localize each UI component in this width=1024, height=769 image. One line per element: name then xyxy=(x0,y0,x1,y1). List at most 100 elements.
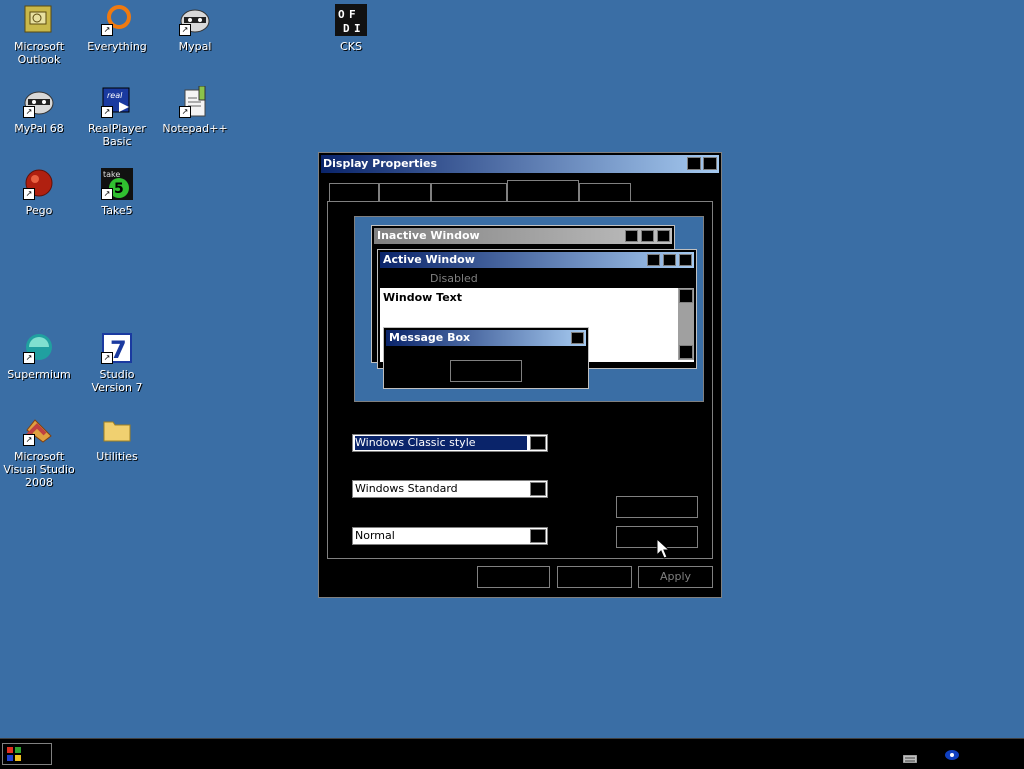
inactive-window-title: Inactive Window xyxy=(377,229,480,242)
color-scheme-value: Windows Standard xyxy=(355,482,458,495)
shortcut-arrow-icon: ↗ xyxy=(23,188,35,200)
message-box-titlebar: Message Box xyxy=(386,330,586,346)
visualstudio-icon: ↗ xyxy=(23,414,55,446)
shortcut-arrow-icon: ↗ xyxy=(101,106,113,118)
tab-appearance[interactable] xyxy=(507,180,579,202)
shortcut-arrow-icon: ↗ xyxy=(101,188,113,200)
active-window-title: Active Window xyxy=(383,253,475,266)
desktop-icon-label: Utilities xyxy=(96,450,138,463)
taskbar xyxy=(0,738,1024,769)
preview-close-icon xyxy=(571,332,584,344)
mypal-icon: ↗ xyxy=(179,4,211,36)
tab-settings[interactable] xyxy=(579,183,631,201)
desktop-icon-studio7[interactable]: 7 ↗ Studio Version 7 xyxy=(78,332,156,394)
desktop-icon-label: MyPal 68 xyxy=(14,122,64,135)
preview-message-box: Message Box xyxy=(383,327,589,389)
shortcut-arrow-icon: ↗ xyxy=(23,434,35,446)
inactive-window-titlebar: Inactive Window xyxy=(374,228,672,244)
message-box-title: Message Box xyxy=(389,331,471,344)
scroll-down-icon xyxy=(679,345,693,359)
windows-logo-icon xyxy=(7,747,21,761)
chevron-down-icon[interactable] xyxy=(530,529,546,543)
chevron-down-icon[interactable] xyxy=(530,482,546,496)
preview-maximize-icon xyxy=(641,230,654,242)
start-button[interactable] xyxy=(2,743,52,765)
preview-menu-disabled: Disabled xyxy=(430,272,478,285)
preview-maximize-icon xyxy=(663,254,676,266)
cks-icon: OFDI xyxy=(335,4,367,36)
active-window-titlebar: Active Window xyxy=(380,252,694,268)
ok-button[interactable] xyxy=(477,566,550,588)
preview-minimize-icon xyxy=(625,230,638,242)
svg-text:take: take xyxy=(103,170,120,179)
appearance-panel: Inactive Window Active Window Disabled W… xyxy=(327,201,713,559)
desktop-icon-label: Take5 xyxy=(101,204,133,217)
shortcut-arrow-icon: ↗ xyxy=(179,106,191,118)
tab-desktop[interactable] xyxy=(379,183,431,201)
desktop-icon-utilities[interactable]: Utilities xyxy=(78,414,156,463)
desktop-icon-supermium[interactable]: ↗ Supermium xyxy=(0,332,78,381)
svg-text:I: I xyxy=(354,22,361,35)
apply-button[interactable]: Apply xyxy=(638,566,713,588)
desktop-icon-label: Everything xyxy=(87,40,147,53)
folder-icon xyxy=(101,414,133,446)
desktop-icon-label: Mypal xyxy=(178,40,212,53)
cancel-button[interactable] xyxy=(557,566,632,588)
desktop-icon-label: Supermium xyxy=(7,368,71,381)
chevron-down-icon[interactable] xyxy=(530,436,546,450)
desktop-icon-label: Microsoft Visual Studio 2008 xyxy=(3,450,75,489)
svg-text:5: 5 xyxy=(114,181,124,197)
window-titlebar[interactable]: Display Properties xyxy=(321,155,719,173)
preview-close-icon xyxy=(679,254,692,266)
desktop-icon-mypal[interactable]: ↗ Mypal xyxy=(156,4,234,53)
svg-text:F: F xyxy=(349,8,356,21)
supermium-icon: ↗ xyxy=(23,332,55,364)
desktop-icon-cks[interactable]: OFDI CKS xyxy=(312,4,390,53)
color-scheme-select[interactable]: Windows Standard xyxy=(352,480,548,498)
tab-screen-saver[interactable] xyxy=(431,183,507,201)
svg-text:D: D xyxy=(343,22,350,35)
svg-text:O: O xyxy=(338,8,345,21)
desktop-icon-realplayer[interactable]: real ↗ RealPlayer Basic xyxy=(78,86,156,148)
windows-buttons-select[interactable]: Windows Classic style xyxy=(352,434,548,452)
display-properties-window: Display Properties Inactive Window Activ… xyxy=(318,152,722,598)
effects-button[interactable] xyxy=(616,496,698,518)
font-size-value: Normal xyxy=(355,529,395,542)
preview-close-icon xyxy=(657,230,670,242)
keyboard-icon[interactable] xyxy=(902,753,918,766)
desktop-icon-label: Microsoft Outlook xyxy=(13,40,65,66)
mouse-cursor-icon xyxy=(656,537,671,563)
appearance-preview: Inactive Window Active Window Disabled W… xyxy=(354,216,704,402)
desktop-icon-take5[interactable]: take 5 ↗ Take5 xyxy=(78,168,156,217)
tab-themes[interactable] xyxy=(329,183,379,201)
desktop-icon-visualstudio[interactable]: ↗ Microsoft Visual Studio 2008 xyxy=(0,414,78,489)
svg-text:real: real xyxy=(107,91,123,100)
desktop-icon-label: RealPlayer Basic xyxy=(88,122,146,148)
preview-scrollbar xyxy=(678,288,694,360)
take5-icon: take 5 ↗ xyxy=(101,168,133,200)
desktop-icon-outlook[interactable]: Microsoft Outlook xyxy=(0,4,78,66)
shortcut-arrow-icon: ↗ xyxy=(101,352,113,364)
shortcut-arrow-icon: ↗ xyxy=(23,106,35,118)
shortcut-arrow-icon: ↗ xyxy=(101,24,113,36)
help-button[interactable] xyxy=(687,157,701,170)
desktop-icon-mypal68[interactable]: ↗ MyPal 68 xyxy=(0,86,78,135)
font-size-select[interactable]: Normal xyxy=(352,527,548,545)
desktop-icon-label: Pego xyxy=(25,204,53,217)
everything-icon: ↗ xyxy=(101,4,133,36)
desktop-icon-everything[interactable]: ↗ Everything xyxy=(78,4,156,53)
desktop-icon-label: Notepad++ xyxy=(162,122,228,135)
desktop-icon-pego[interactable]: ↗ Pego xyxy=(0,168,78,217)
tray-eye-icon[interactable] xyxy=(944,749,960,764)
realplayer-icon: real ↗ xyxy=(101,86,133,118)
close-button[interactable] xyxy=(703,157,717,170)
mypal68-icon: ↗ xyxy=(23,86,55,118)
desktop-icon-notepadpp[interactable]: ↗ Notepad++ xyxy=(156,85,234,135)
window-title: Display Properties xyxy=(323,157,438,170)
preview-minimize-icon xyxy=(647,254,660,266)
shortcut-arrow-icon: ↗ xyxy=(179,24,191,36)
shortcut-arrow-icon: ↗ xyxy=(23,352,35,364)
pego-icon: ↗ xyxy=(23,168,55,200)
scroll-up-icon xyxy=(679,289,693,303)
message-box-ok-button xyxy=(450,360,522,382)
